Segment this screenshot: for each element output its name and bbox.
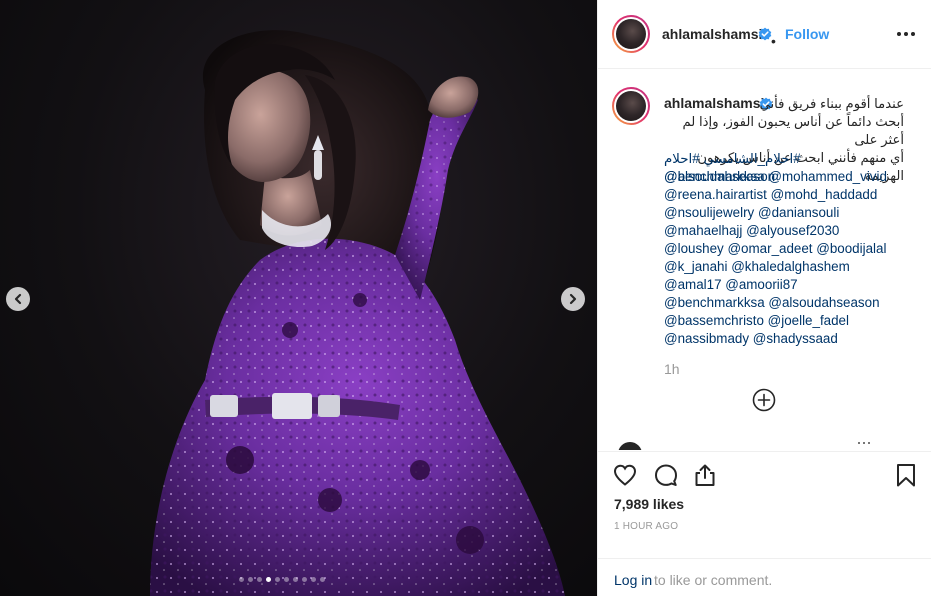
- verified-badge-icon: [758, 27, 772, 41]
- post-actions: 7,989 likes 1 HOUR AGO Log in to like or…: [598, 451, 931, 596]
- bookmark-icon[interactable]: [893, 462, 919, 488]
- likes-count[interactable]: 7,989 likes: [614, 496, 684, 512]
- carousel-dot: [239, 577, 244, 582]
- author-username[interactable]: ahlamalshamsi: [662, 26, 762, 42]
- login-prompt: Log in to like or comment.: [598, 558, 931, 596]
- mention-line[interactable]: @nassibmady @shadyssaad: [664, 330, 904, 348]
- post-timestamp[interactable]: 1 HOUR AGO: [614, 521, 678, 532]
- carousel-dot: [248, 577, 253, 582]
- mention-line[interactable]: @k_janahi @khaledalghashem: [664, 258, 904, 276]
- plus-circle-icon[interactable]: [752, 388, 776, 412]
- mention-line[interactable]: @mahaelhajj @alyousef2030: [664, 222, 904, 240]
- post-header: ahlamalshamsi • Follow: [598, 0, 931, 69]
- login-prompt-text: to like or comment.: [654, 572, 773, 588]
- caption-line: أبحث دائماً عن أناس يحبون الفوز، وإذا لم…: [682, 114, 904, 147]
- mention-line[interactable]: @amal17 @amoorii87: [664, 276, 904, 294]
- carousel-dot: [293, 577, 298, 582]
- chevron-left-icon: [14, 293, 22, 305]
- caption-line: عندما أقوم ببناء فريق فأني: [759, 96, 904, 111]
- carousel-dot: [320, 577, 325, 582]
- carousel-dot: [266, 577, 271, 582]
- carousel-indicator: [239, 577, 325, 582]
- more-options-icon[interactable]: [893, 25, 919, 43]
- caption-age[interactable]: 1h: [664, 361, 680, 377]
- carousel-dot: [311, 577, 316, 582]
- post-media[interactable]: [0, 0, 597, 596]
- follow-button[interactable]: Follow: [785, 26, 829, 42]
- comment-bubble-icon[interactable]: [653, 462, 679, 488]
- mention-line[interactable]: @nsoulijewelry @daniansouli: [664, 204, 904, 222]
- carousel-dot: [284, 577, 289, 582]
- post-sidebar: ahlamalshamsi • Follow ahlamalshamsi عند…: [597, 0, 931, 596]
- follow-separator: •: [771, 33, 776, 49]
- login-link[interactable]: Log in: [614, 572, 652, 588]
- author-avatar[interactable]: [612, 15, 650, 53]
- post-photo: [150, 30, 565, 596]
- next-comment-avatar[interactable]: [618, 442, 642, 450]
- carousel-dot: [302, 577, 307, 582]
- carousel-dot: [257, 577, 262, 582]
- carousel-prev-button[interactable]: [6, 287, 30, 311]
- chevron-right-icon: [569, 293, 577, 305]
- mention-line[interactable]: @benchmarkksa @alsoudahseason: [664, 294, 904, 312]
- next-comment-text: [858, 442, 872, 444]
- mention-line[interactable]: @loushey @omar_adeet @boodijalal: [664, 240, 904, 258]
- heart-icon[interactable]: [612, 462, 638, 488]
- caption-author-avatar[interactable]: [612, 87, 650, 125]
- carousel-next-button[interactable]: [561, 287, 585, 311]
- mention-line[interactable]: @reena.hairartist @mohd_haddadd: [664, 186, 904, 204]
- mention-line[interactable]: @bassemchristo @joelle_fadel: [664, 312, 904, 330]
- caption-mentions: @benchmarkksa @mohammed_vivid @reena.hai…: [664, 168, 904, 348]
- comments-list[interactable]: ahlamalshamsi عندما أقوم ببناء فريق فأني…: [598, 70, 931, 450]
- hashtag-links[interactable]: #احلام_الشامسي #احلام: [664, 151, 801, 166]
- carousel-dot: [275, 577, 280, 582]
- share-icon[interactable]: [692, 462, 718, 488]
- mention-line[interactable]: @benchmarkksa @mohammed_vivid: [664, 168, 904, 186]
